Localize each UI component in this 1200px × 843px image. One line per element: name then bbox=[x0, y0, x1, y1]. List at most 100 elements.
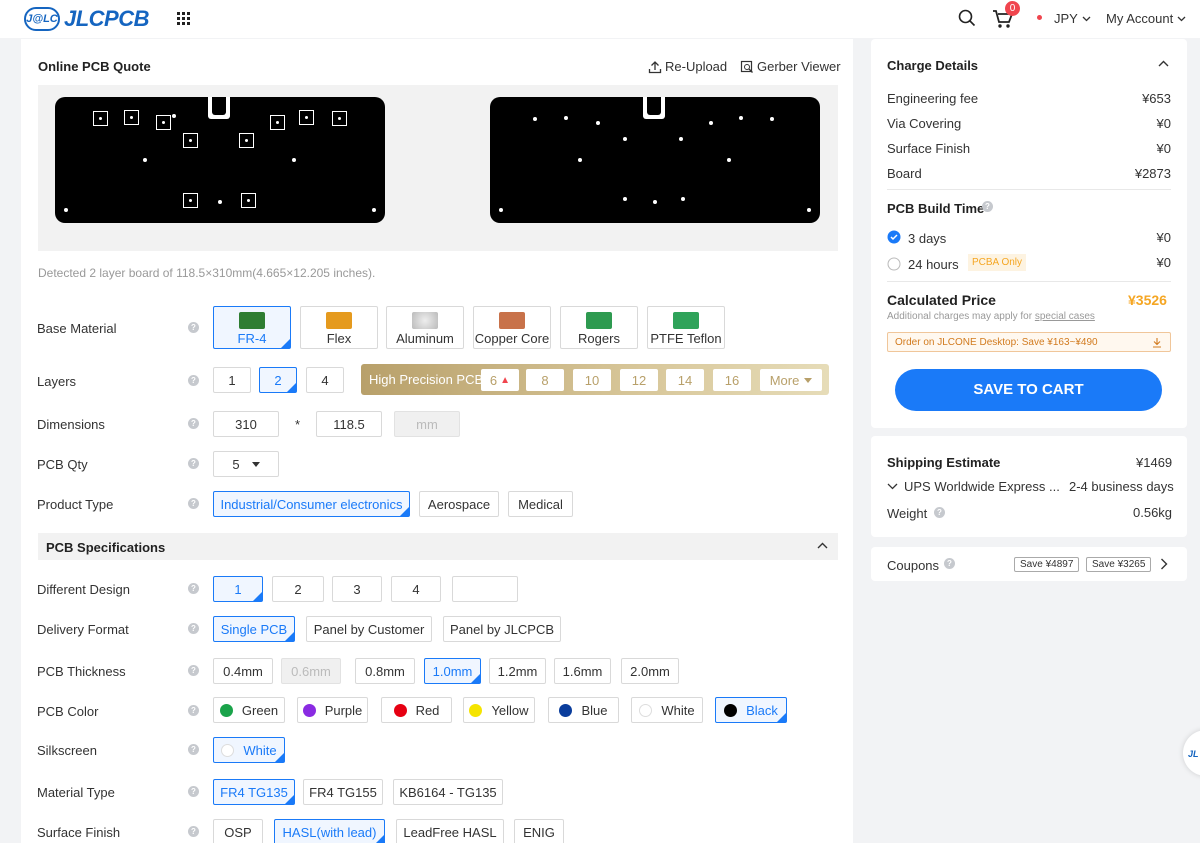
material-type-kb6164[interactable]: KB6164 - TG135 bbox=[393, 779, 503, 805]
material-type-tg135[interactable]: FR4 TG135 bbox=[213, 779, 295, 805]
delivery-panel-customer[interactable]: Panel by Customer bbox=[306, 616, 432, 642]
color-red[interactable]: Red bbox=[381, 697, 452, 723]
thickness-2-0[interactable]: 2.0mm bbox=[621, 658, 679, 684]
high-precision-group: High Precision PCB 6 ▲ 8 10 12 14 16 More bbox=[361, 364, 829, 395]
layer-option-2[interactable]: 2 bbox=[259, 367, 297, 393]
layer-option-12[interactable]: 12 bbox=[620, 369, 658, 391]
chevron-right-icon[interactable] bbox=[1160, 558, 1168, 570]
layer-option-14[interactable]: 14 bbox=[666, 369, 704, 391]
layer-option-1[interactable]: 1 bbox=[213, 367, 251, 393]
floating-help-widget[interactable]: JL bbox=[1183, 730, 1200, 776]
color-yellow[interactable]: Yellow bbox=[463, 697, 535, 723]
save-to-cart-button[interactable]: SAVE TO CART bbox=[895, 369, 1162, 411]
thickness-1-2[interactable]: 1.2mm bbox=[489, 658, 546, 684]
help-icon[interactable]: ? bbox=[188, 418, 199, 429]
qty-select[interactable]: 5 bbox=[213, 451, 279, 477]
apps-grid-icon[interactable] bbox=[177, 12, 190, 25]
help-icon[interactable]: ? bbox=[982, 201, 993, 212]
design-option-2[interactable]: 2 bbox=[272, 576, 324, 602]
thickness-1-0[interactable]: 1.0mm bbox=[424, 658, 481, 684]
layer-option-10[interactable]: 10 bbox=[573, 369, 611, 391]
product-type-industrial[interactable]: Industrial/Consumer electronics bbox=[213, 491, 410, 517]
jlcpcb-logo[interactable]: J@LC JLCPCB bbox=[24, 6, 150, 32]
more-layers-dropdown[interactable]: More bbox=[760, 369, 822, 391]
account-menu[interactable]: My Account bbox=[1106, 11, 1186, 26]
material-fr4[interactable]: FR-4 bbox=[213, 306, 291, 349]
color-white[interactable]: White bbox=[631, 697, 703, 723]
thickness-0-4[interactable]: 0.4mm bbox=[213, 658, 273, 684]
layer-option-6[interactable]: 6 ▲ bbox=[481, 369, 519, 391]
finish-leadfree-hasl[interactable]: LeadFree HASL bbox=[396, 819, 504, 843]
finish-hasl-lead[interactable]: HASL(with lead) bbox=[274, 819, 385, 843]
material-flex[interactable]: Flex bbox=[300, 306, 378, 349]
thickness-1-6[interactable]: 1.6mm bbox=[554, 658, 611, 684]
color-blue[interactable]: Blue bbox=[548, 697, 619, 723]
specs-section-header[interactable]: PCB Specifications bbox=[38, 533, 838, 560]
help-icon[interactable]: ? bbox=[188, 623, 199, 634]
silkscreen-white[interactable]: White bbox=[213, 737, 285, 763]
white-swatch bbox=[639, 703, 653, 717]
layer-option-16[interactable]: 16 bbox=[713, 369, 751, 391]
charge-row: Via Covering ¥0 bbox=[887, 116, 1171, 131]
material-type-tg155[interactable]: FR4 TG155 bbox=[303, 779, 383, 805]
material-rogers[interactable]: Rogers bbox=[560, 306, 638, 349]
top-header: J@LC JLCPCB 0 JPY My Account bbox=[0, 0, 1200, 38]
account-label: My Account bbox=[1106, 11, 1174, 26]
help-icon[interactable]: ? bbox=[934, 507, 945, 518]
reupload-button[interactable]: Re-Upload bbox=[648, 59, 727, 74]
help-icon[interactable]: ? bbox=[188, 498, 199, 509]
delivery-panel-jlcpcb[interactable]: Panel by JLCPCB bbox=[443, 616, 561, 642]
help-icon[interactable]: ? bbox=[188, 744, 199, 755]
coupon-tag[interactable]: Save ¥3265 bbox=[1086, 557, 1152, 572]
special-cases-link[interactable]: special cases bbox=[1035, 311, 1095, 322]
help-icon[interactable]: ? bbox=[944, 558, 955, 569]
weight-label: Weight bbox=[887, 506, 928, 521]
design-custom-input[interactable] bbox=[452, 576, 518, 602]
finish-osp[interactable]: OSP bbox=[213, 819, 263, 843]
help-icon[interactable]: ? bbox=[188, 322, 199, 333]
base-material-label: Base Material bbox=[37, 321, 117, 336]
pcb-bottom-preview[interactable] bbox=[490, 97, 820, 223]
design-option-1[interactable]: 1 bbox=[213, 576, 263, 602]
help-icon[interactable]: ? bbox=[188, 375, 199, 386]
layer-option-4[interactable]: 4 bbox=[306, 367, 344, 393]
delivery-single-pcb[interactable]: Single PCB bbox=[213, 616, 295, 642]
material-copper-core[interactable]: Copper Core bbox=[473, 306, 551, 349]
help-icon[interactable]: ? bbox=[188, 583, 199, 594]
help-icon[interactable]: ? bbox=[188, 458, 199, 469]
design-option-3[interactable]: 3 bbox=[332, 576, 382, 602]
help-icon[interactable]: ? bbox=[188, 826, 199, 837]
help-icon[interactable]: ? bbox=[188, 665, 199, 676]
color-purple[interactable]: Purple bbox=[297, 697, 368, 723]
shipping-method-select[interactable]: UPS Worldwide Express ... bbox=[887, 479, 1060, 494]
material-label: PTFE Teflon bbox=[650, 331, 722, 346]
design-option-4[interactable]: 4 bbox=[391, 576, 441, 602]
material-ptfe-teflon[interactable]: PTFE Teflon bbox=[647, 306, 725, 349]
pcb-top-preview[interactable] bbox=[55, 97, 385, 223]
coupon-tag[interactable]: Save ¥4897 bbox=[1014, 557, 1080, 572]
build-option-3days[interactable]: 3 days ¥0 bbox=[887, 230, 1171, 246]
jlcone-text: Order on JLCONE Desktop: Save ¥163~¥490 bbox=[895, 337, 1098, 348]
gerber-viewer-button[interactable]: Gerber Viewer bbox=[740, 59, 841, 74]
finish-enig[interactable]: ENIG bbox=[514, 819, 564, 843]
color-green[interactable]: Green bbox=[213, 697, 285, 723]
help-icon[interactable]: ? bbox=[188, 705, 199, 716]
material-label: FR-4 bbox=[237, 331, 267, 346]
layer-option-8[interactable]: 8 bbox=[526, 369, 564, 391]
height-input[interactable]: 118.5 bbox=[316, 411, 382, 437]
thickness-0-6[interactable]: 0.6mm bbox=[281, 658, 341, 684]
material-aluminum[interactable]: Aluminum bbox=[386, 306, 464, 349]
build-option-24hours[interactable]: 24 hours PCBA Only ¥0 bbox=[887, 254, 1171, 273]
help-icon[interactable]: ? bbox=[188, 786, 199, 797]
width-input[interactable]: 310 bbox=[213, 411, 279, 437]
currency-selector[interactable]: JPY bbox=[1054, 11, 1091, 26]
search-icon[interactable] bbox=[958, 9, 976, 27]
unit-select[interactable]: mm bbox=[394, 411, 460, 437]
product-type-aerospace[interactable]: Aerospace bbox=[419, 491, 499, 517]
thickness-0-8[interactable]: 0.8mm bbox=[355, 658, 415, 684]
product-type-medical[interactable]: Medical bbox=[508, 491, 573, 517]
jlcone-banner[interactable]: Order on JLCONE Desktop: Save ¥163~¥490 bbox=[887, 332, 1171, 352]
color-black[interactable]: Black bbox=[715, 697, 787, 723]
yellow-swatch bbox=[469, 703, 483, 717]
chevron-up-icon[interactable] bbox=[1158, 60, 1169, 67]
